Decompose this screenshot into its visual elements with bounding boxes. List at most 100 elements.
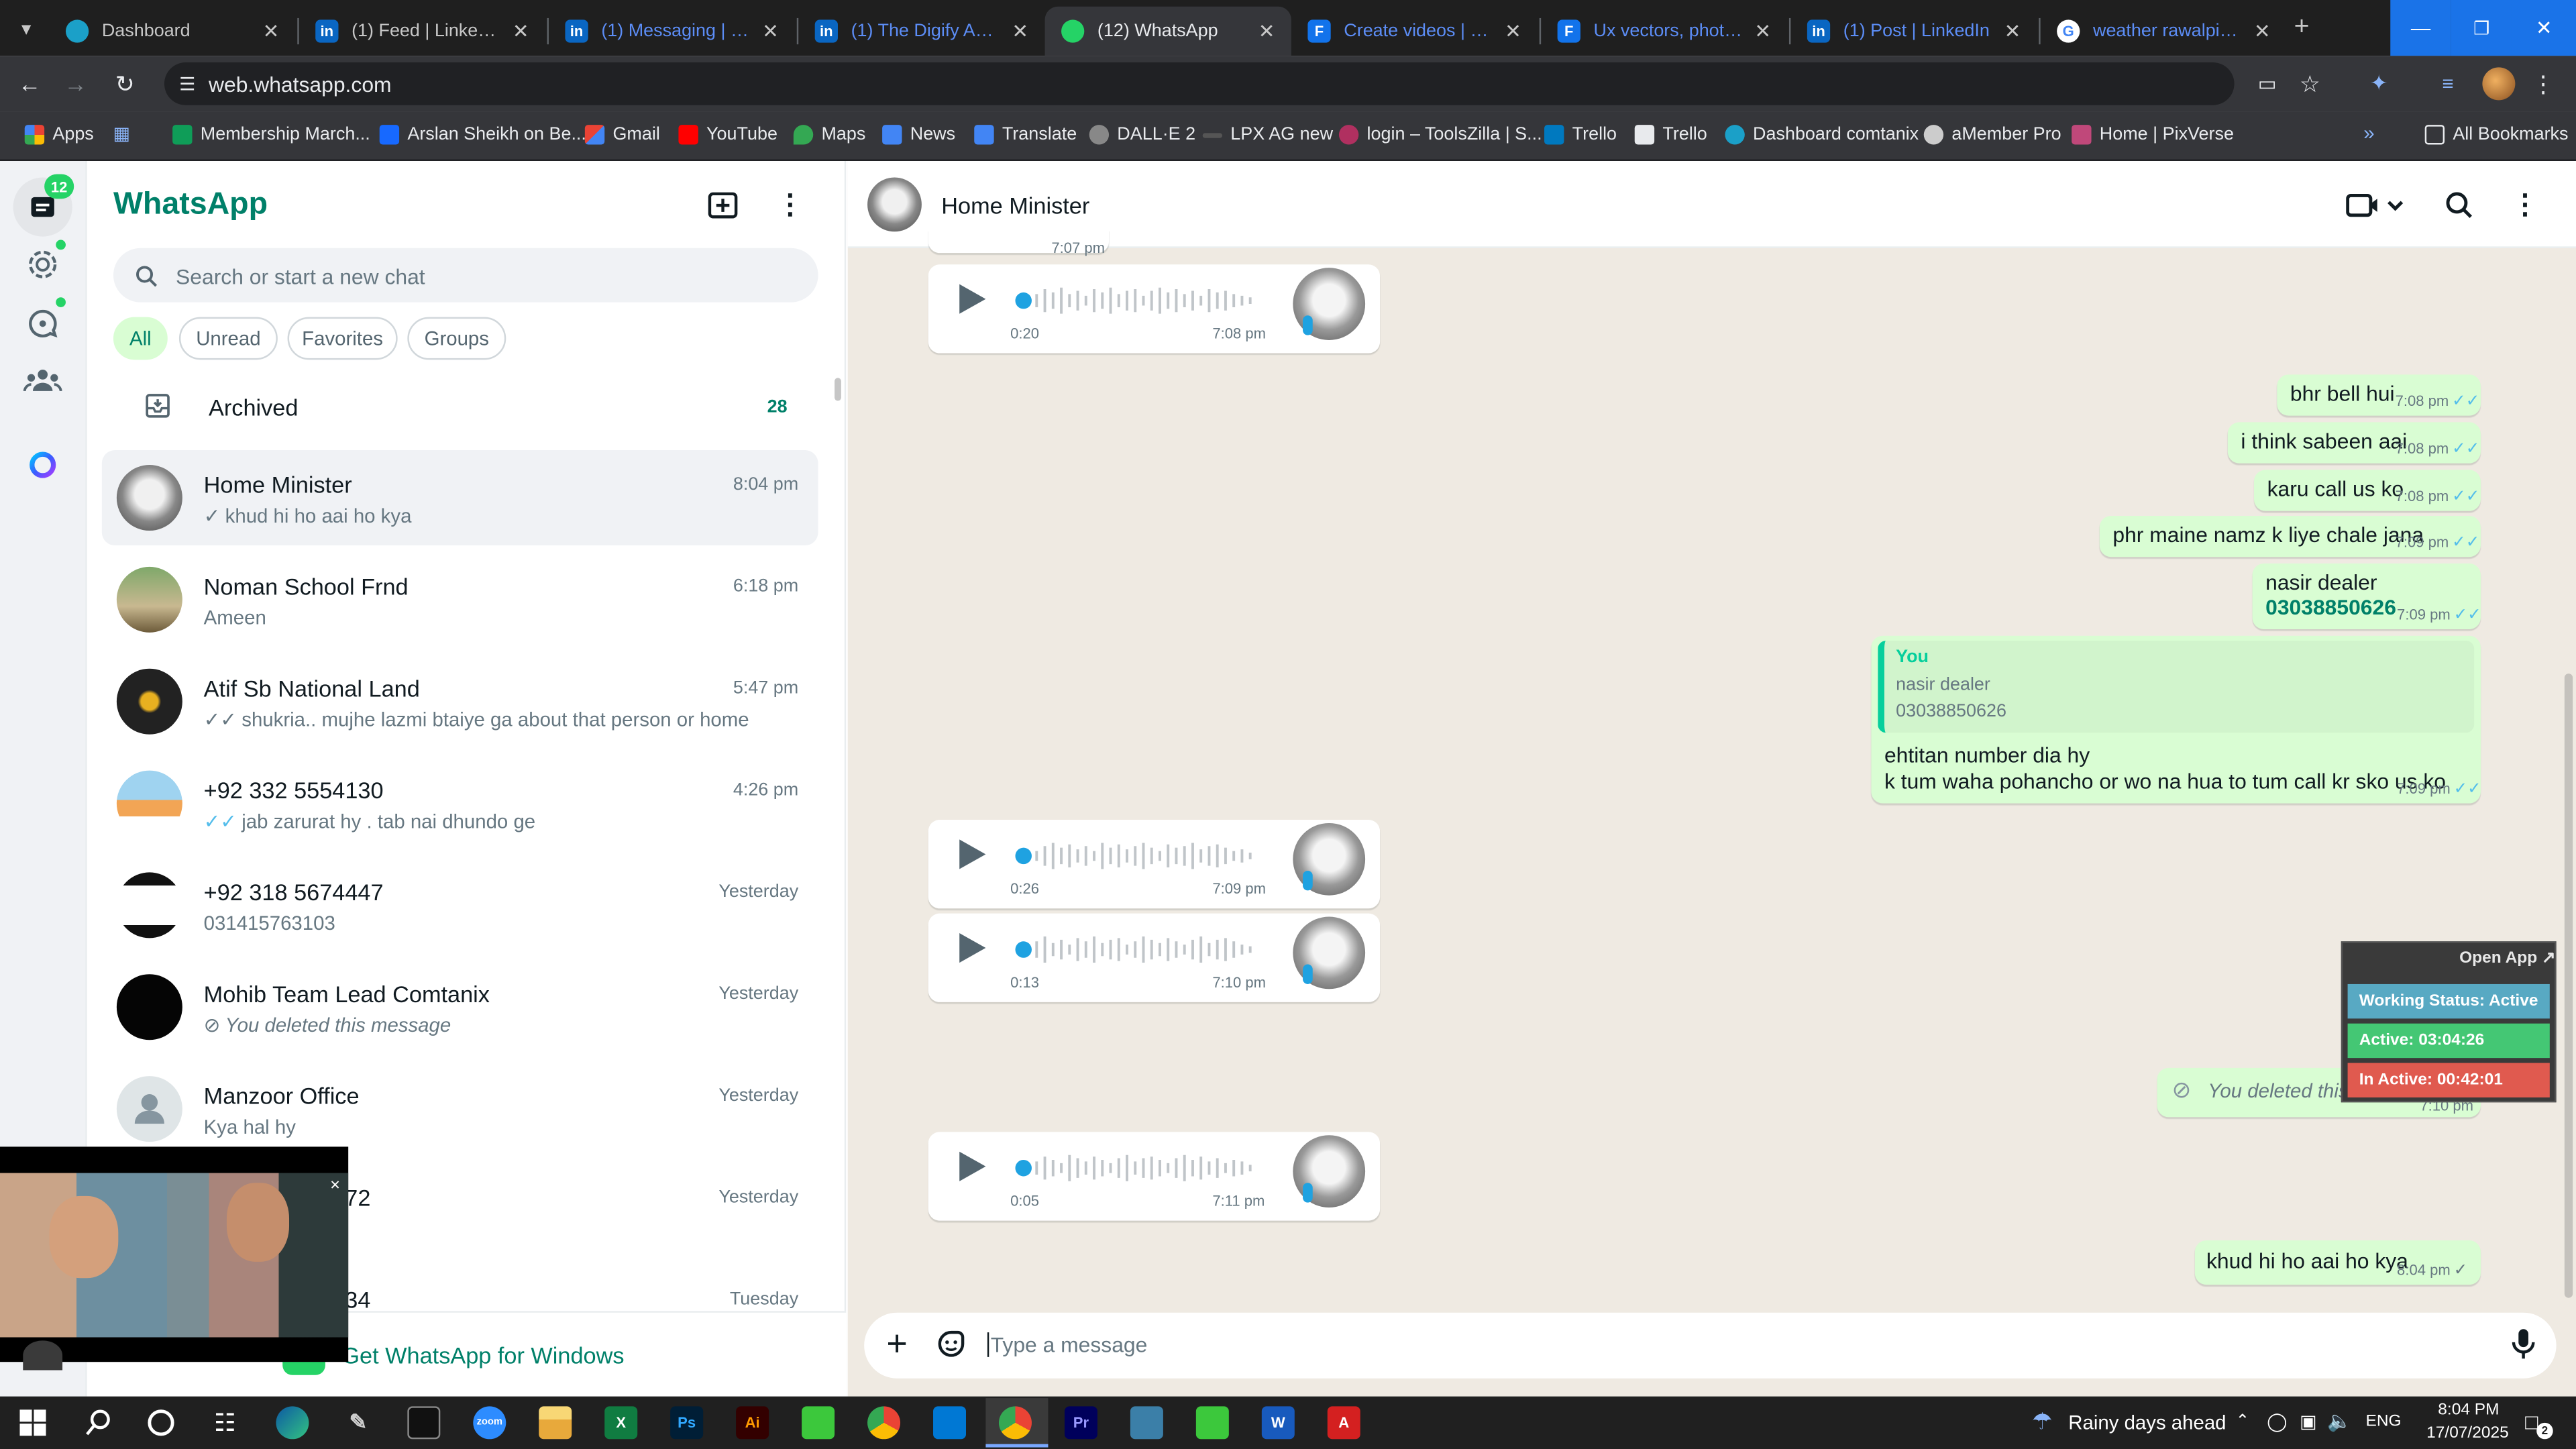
contact-avatar[interactable] (867, 177, 922, 232)
clock-time[interactable]: 8:04 PM (2438, 1401, 2499, 1419)
forward-arrow-icon[interactable]: → (62, 70, 89, 97)
tab-close-icon[interactable]: ✕ (1258, 19, 1275, 42)
quoted-message[interactable]: You nasir dealer 03038850626 (1878, 641, 2475, 733)
bookmark-pixverse[interactable]: Home | PixVerse (2072, 121, 2234, 148)
tab-dashboard[interactable]: Dashboard ✕ (49, 7, 295, 56)
address-bar[interactable] (164, 62, 2235, 105)
zoom-icon[interactable]: zoom (473, 1406, 506, 1440)
bookmark-toolszilla[interactable]: login – ToolsZilla | S... (1338, 121, 1542, 148)
bookmark-trello-2[interactable]: Trello (1634, 121, 1707, 148)
open-app-button[interactable]: Open App ↗ (2459, 950, 2555, 968)
rail-meta-ai-button[interactable] (28, 450, 58, 480)
clock-date[interactable]: 17/07/2025 (2426, 1424, 2509, 1442)
voice-message[interactable]: 0:05 7:11 pm (928, 1132, 1381, 1221)
photoshop-icon[interactable]: Ps (670, 1406, 704, 1440)
chat-atif-sb-national-land[interactable]: Atif Sb National Land 5:47 pm ✓✓ shukria.… (102, 654, 818, 749)
profile-avatar[interactable] (2482, 67, 2516, 101)
acrobat-icon[interactable]: A (1327, 1406, 1360, 1440)
filter-groups[interactable]: Groups (407, 317, 506, 360)
voice-message[interactable]: 0:26 7:09 pm (928, 820, 1381, 909)
chat-search-button[interactable] (2445, 191, 2474, 220)
tab-linkedin-messaging[interactable]: in (1) Messaging | LinkedIn ✕ (549, 7, 795, 56)
outgoing-message[interactable]: bhr bell hui 7:08 pm ✓✓ (2277, 374, 2481, 416)
tab-search-icon[interactable]: ▼ (13, 16, 40, 42)
tab-freepik-videos[interactable]: F Create videos | Freepik ✕ (1291, 7, 1538, 56)
bookmark-news[interactable]: News (882, 121, 955, 148)
chat-92-318-5674447[interactable]: +92 318 5674447 Yesterday 031415763103 (102, 857, 818, 953)
voice-message[interactable]: 0:20 7:08 pm (928, 264, 1381, 354)
filter-favorites[interactable]: Favorites (287, 317, 398, 360)
bookmark-maps[interactable]: Maps (793, 121, 865, 148)
search-input[interactable]: Search or start a new chat (176, 264, 425, 289)
tab-close-icon[interactable]: ✕ (2004, 19, 2021, 42)
more-bookmarks-icon[interactable]: » (2357, 121, 2380, 144)
all-bookmarks-folder[interactable]: All Bookmarks (2424, 121, 2568, 148)
site-info-icon[interactable]: ☰ (176, 72, 199, 95)
hexagon-app-icon[interactable] (1130, 1406, 1163, 1440)
play-button[interactable] (953, 837, 989, 873)
window-minimize-icon[interactable]: — (2390, 0, 2451, 56)
bookmark-dashboard-comtanix[interactable]: Dashboard comtanix (1725, 121, 1919, 148)
outgoing-message[interactable]: khud hi ho aai ho kya 8:04 pm ✓ (2194, 1240, 2481, 1285)
bookmark-lpx[interactable]: LPX AG new (1202, 121, 1333, 148)
window-restore-icon[interactable]: ❐ (2451, 0, 2512, 56)
tab-close-icon[interactable]: ✕ (513, 19, 529, 42)
network-icon[interactable]: ▣ (2297, 1409, 2320, 1432)
outgoing-message[interactable]: phr maine namz k liye chale jana 7:09 pm… (2099, 515, 2481, 557)
word-icon[interactable]: W (1261, 1406, 1295, 1440)
tab-linkedin-feed[interactable]: in (1) Feed | LinkedIn ✕ (299, 7, 545, 56)
user-avatar-bottom[interactable] (23, 1340, 63, 1371)
chat-92-332-5554130[interactable]: +92 332 5554130 4:26 pm ✓✓ jab zarurat hy… (102, 756, 818, 851)
mini-player-close-icon[interactable]: ✕ (327, 1176, 343, 1192)
chat-home-minister[interactable]: Home Minister 8:04 pm ✓ khud hi ho aai ho… (101, 450, 818, 546)
tray-app-icon[interactable]: ◯ (2267, 1409, 2287, 1432)
chat-scrollbar[interactable] (2564, 674, 2573, 1298)
voice-record-button[interactable] (2510, 1328, 2536, 1360)
browser-menu-icon[interactable]: ⋮ (2532, 70, 2555, 97)
tray-chevron-icon[interactable]: ⌃ (2233, 1411, 2252, 1431)
voice-message[interactable]: 0:13 7:10 pm (928, 913, 1381, 1002)
chat-list-scrollbar[interactable] (835, 378, 841, 401)
filter-all[interactable]: All (113, 317, 168, 360)
tab-google-weather[interactable]: G weather rawalpindi today ✕ (2041, 7, 2287, 56)
outgoing-message[interactable]: karu call us ko 7:08 pm ✓✓ (2254, 470, 2481, 511)
taskbar-search-icon[interactable] (84, 1408, 113, 1438)
play-button[interactable] (953, 930, 989, 966)
bookmark-membership[interactable]: Membership March... (172, 121, 370, 148)
cortana-icon[interactable] (148, 1409, 174, 1436)
excel-icon[interactable]: X (604, 1406, 638, 1440)
reading-list-icon[interactable]: ≡ (2434, 70, 2461, 97)
chat-mohib-team-lead[interactable]: Mohib Team Lead Comtanix Yesterday ⊘ You … (102, 959, 818, 1055)
illustrator-icon[interactable]: Ai (736, 1406, 769, 1440)
get-windows-link[interactable]: Get WhatsApp for Windows (341, 1342, 624, 1368)
play-button[interactable] (953, 281, 989, 317)
chat-menu-icon[interactable]: ⋮ (2511, 189, 2539, 222)
terminal-icon[interactable] (407, 1406, 441, 1440)
tab-close-icon[interactable]: ✕ (762, 19, 779, 42)
file-explorer-icon[interactable] (539, 1406, 572, 1440)
new-chat-button[interactable] (706, 189, 739, 222)
bookmark-trello-1[interactable]: Trello (1544, 121, 1617, 148)
bookmark-star-icon[interactable]: ☆ (2297, 70, 2323, 97)
video-call-button[interactable] (2346, 189, 2412, 222)
new-tab-icon[interactable]: + (2287, 13, 2316, 43)
bookmark-gmail[interactable]: Gmail (584, 121, 660, 148)
tab-groups-icon[interactable]: ▦ (110, 121, 133, 144)
filter-unread[interactable]: Unread (178, 317, 278, 360)
tab-linkedin-post[interactable]: in (1) Post | LinkedIn ✕ (1790, 7, 2037, 56)
bookmark-translate[interactable]: Translate (974, 121, 1077, 148)
phone-number-link[interactable]: 03038850626 (2265, 595, 2396, 620)
rail-communities-button[interactable] (23, 365, 62, 398)
tab-close-icon[interactable]: ✕ (1505, 19, 1521, 42)
weather-text[interactable]: Rainy days ahead (2068, 1411, 2226, 1434)
tab-close-icon[interactable]: ✕ (2254, 19, 2271, 42)
bookmark-youtube[interactable]: YouTube (678, 121, 777, 148)
chrome-active-icon[interactable] (998, 1406, 1032, 1440)
pen-tool-icon[interactable]: ✎ (341, 1406, 374, 1439)
tab-close-icon[interactable]: ✕ (1754, 19, 1771, 42)
task-view-icon[interactable]: ☷ (210, 1408, 239, 1438)
play-button[interactable] (953, 1148, 989, 1185)
chat-manzoor-office[interactable]: Manzoor Office Yesterday Kya hal hy (102, 1061, 818, 1157)
volume-icon[interactable]: 🔈 (2327, 1409, 2352, 1432)
outgoing-message[interactable]: nasir dealer 03038850626 7:09 pm ✓✓ (2252, 564, 2481, 629)
